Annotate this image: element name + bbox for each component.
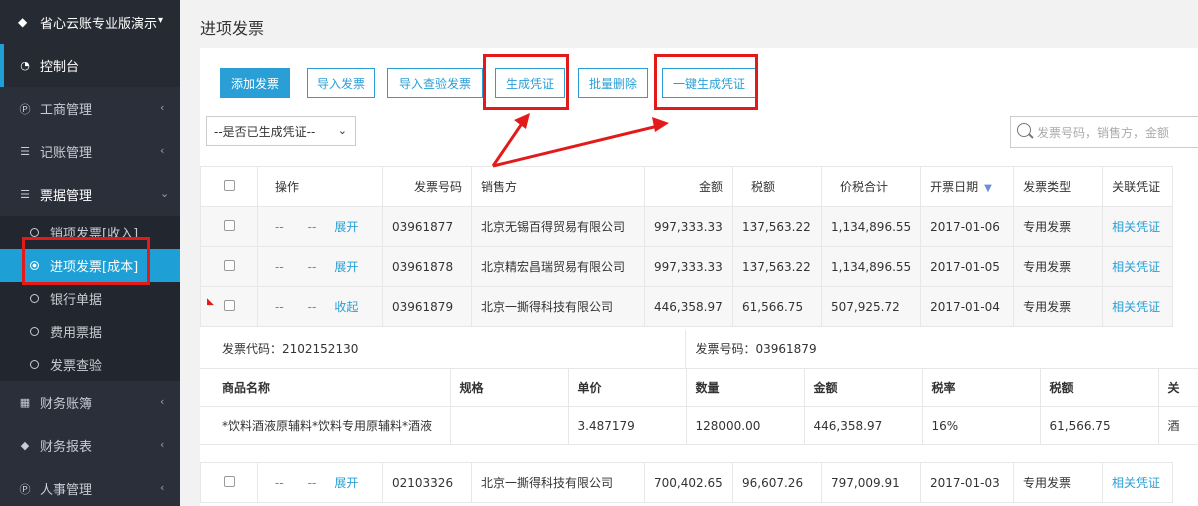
sidebar-item-label: 工商管理 xyxy=(40,103,93,118)
sidebar-item-label: 票据管理 xyxy=(40,189,93,204)
sidebar-item-ledger[interactable]: ▦ 财务账簿 ‹ xyxy=(0,381,180,424)
chevron-left-icon: ‹ xyxy=(160,481,165,494)
chevron-down-icon: ⌄ xyxy=(160,187,170,200)
coin-icon: Ⓟ xyxy=(19,102,31,116)
circle-icon xyxy=(30,228,39,237)
diamond-icon: ◆ xyxy=(18,15,28,29)
annotation-arrows xyxy=(491,113,669,168)
sidebar-item-label: 人事管理 xyxy=(40,483,93,498)
sidebar-item-label: 财务账簿 xyxy=(40,397,93,412)
coin-icon: Ⓟ xyxy=(19,482,31,496)
sidebar-item-business[interactable]: Ⓟ 工商管理 ‹ xyxy=(0,87,180,130)
sidebar-item-label: 控制台 xyxy=(40,60,80,75)
sidebar-item-label: 银行单据 xyxy=(50,293,103,308)
sidebar-item-label: 财务报表 xyxy=(40,440,93,455)
arrow-head xyxy=(652,117,669,132)
sidebar-item-hr[interactable]: Ⓟ 人事管理 ‹ xyxy=(0,467,180,506)
brand-header[interactable]: ◆ 省心云账专业版演示 ▾ xyxy=(0,0,180,44)
arrow-head xyxy=(514,113,530,129)
sidebar-item-dashboard[interactable]: ◔ 控制台 xyxy=(0,44,180,87)
circle-icon xyxy=(30,327,39,336)
sidebar-item-label: 费用票据 xyxy=(50,326,103,341)
dashboard-icon: ◔ xyxy=(20,59,30,72)
main-content: 进项发票 添加发票 导入发票 导入查验发票 生成凭证 批量删除 一键生成凭证 -… xyxy=(22,0,1198,506)
circle-icon xyxy=(30,294,39,303)
chevron-left-icon: ‹ xyxy=(160,395,165,408)
chevron-left-icon: ‹ xyxy=(160,101,165,114)
sidebar-item-verify[interactable]: 发票查验 xyxy=(0,348,180,381)
sidebar-item-reports[interactable]: ◆ 财务报表 ‹ xyxy=(0,424,180,467)
sidebar-item-expense[interactable]: 费用票据 xyxy=(0,315,180,348)
diamond-icon: ◆ xyxy=(20,439,30,452)
sidebar-item-label: 记账管理 xyxy=(40,146,93,161)
list-icon: ☰ xyxy=(20,188,30,201)
sidebar-item-label: 发票查验 xyxy=(50,359,103,374)
highlight-sidebar-item xyxy=(22,237,150,285)
chevron-left-icon: ‹ xyxy=(160,144,165,157)
sidebar-item-bookkeeping[interactable]: ☰ 记账管理 ‹ xyxy=(0,130,180,173)
brand-title: 省心云账专业版演示 xyxy=(40,16,158,32)
grid-icon: ▦ xyxy=(19,396,31,409)
list-icon: ☰ xyxy=(20,145,30,158)
chevron-left-icon: ‹ xyxy=(160,438,165,451)
sidebar-item-bank[interactable]: 银行单据 xyxy=(0,282,180,315)
chevron-down-icon: ▾ xyxy=(158,15,164,26)
sidebar-item-bills[interactable]: ☰ 票据管理 ⌄ xyxy=(0,173,180,216)
circle-icon xyxy=(30,360,39,369)
